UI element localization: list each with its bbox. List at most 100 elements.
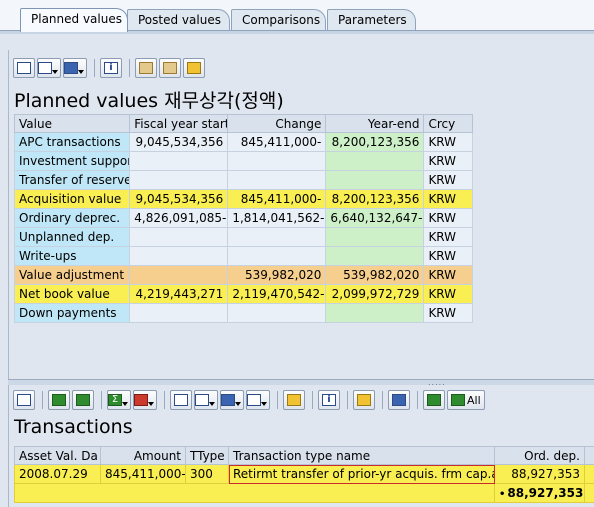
- cell-value-label[interactable]: APC transactions: [13, 132, 131, 152]
- cell-fiscal-year-start[interactable]: [129, 303, 229, 323]
- cell-transaction-type-name[interactable]: Retirmt transfer of prior-yr acquis. frm…: [228, 464, 495, 484]
- layout-button[interactable]: [135, 58, 157, 78]
- calculator-button[interactable]: [159, 58, 181, 78]
- clock-button[interactable]: [183, 58, 205, 78]
- table-row[interactable]: Net book value 4,219,443,271 2,119,470,542…: [13, 284, 473, 304]
- table-row[interactable]: Write-ups KRW: [13, 246, 473, 266]
- cell-currency[interactable]: KRW: [423, 303, 473, 323]
- cell-value-label[interactable]: Investment support: [13, 151, 131, 171]
- cell-fiscal-year-start[interactable]: [129, 151, 229, 171]
- col-ttype[interactable]: TType: [185, 446, 229, 465]
- table-row[interactable]: Down payments KRW: [13, 303, 473, 323]
- select-all-button[interactable]: All: [447, 390, 485, 410]
- table-row[interactable]: Value adjustment 539,982,020 539,982,020 KR…: [13, 265, 473, 285]
- cell-year-end[interactable]: [325, 151, 425, 171]
- cell-change[interactable]: [227, 246, 327, 266]
- table-row[interactable]: Acquisition value 9,045,534,356 845,411,00…: [13, 189, 473, 209]
- print-preview-button[interactable]: [170, 390, 192, 410]
- table-row[interactable]: Unplanned dep. KRW: [13, 227, 473, 247]
- cell-year-end[interactable]: [325, 227, 425, 247]
- print-button[interactable]: [13, 58, 35, 78]
- cell-change[interactable]: 1,814,041,562-: [227, 208, 327, 228]
- col-change[interactable]: Change: [227, 114, 327, 133]
- cell-value-label[interactable]: Transfer of reserves: [13, 170, 131, 190]
- cell-currency[interactable]: KRW: [423, 246, 473, 266]
- cell-change[interactable]: 845,411,000-: [227, 132, 327, 152]
- details-button[interactable]: [13, 390, 35, 410]
- cell-fiscal-year-start[interactable]: [129, 246, 229, 266]
- cell-fiscal-year-start[interactable]: 4,826,091,085-: [129, 208, 229, 228]
- cell-date[interactable]: 2008.07.29: [14, 464, 101, 484]
- cell-ord-dep[interactable]: 88,927,353: [494, 464, 585, 484]
- cell-value-label[interactable]: Down payments: [13, 303, 131, 323]
- cell-change[interactable]: [227, 227, 327, 247]
- cell-currency[interactable]: KRW: [423, 227, 473, 247]
- cell-change[interactable]: [227, 303, 327, 323]
- cell-fiscal-year-start[interactable]: [129, 265, 229, 285]
- table-row[interactable]: 2008.07.29 845,411,000- 300 Retirmt tran…: [14, 464, 594, 484]
- export-button[interactable]: [220, 390, 244, 410]
- cell-year-end[interactable]: 8,200,123,356: [325, 189, 425, 209]
- cell-value-label[interactable]: Value adjustment: [13, 265, 131, 285]
- cell-year-end[interactable]: 6,640,132,647-: [325, 208, 425, 228]
- table-row[interactable]: Ordinary deprec. 4,826,091,085- 1,814,041,…: [13, 208, 473, 228]
- sum-button[interactable]: Σ: [107, 390, 131, 410]
- col-year-end[interactable]: Year-end: [325, 114, 425, 133]
- cell-ttype[interactable]: 300: [185, 464, 229, 484]
- col-fiscal-year-start[interactable]: Fiscal year start: [129, 114, 229, 133]
- tab-planned-values[interactable]: Planned values: [20, 8, 128, 32]
- layout-button[interactable]: [246, 390, 270, 410]
- col-ordinary-depreciation[interactable]: Ord. dep.: [494, 446, 585, 465]
- col-transaction-type-name[interactable]: Transaction type name: [228, 446, 495, 465]
- cell-currency[interactable]: KRW: [423, 132, 473, 152]
- col-crcy[interactable]: Crcy: [423, 114, 473, 133]
- subtotal-button[interactable]: [133, 390, 157, 410]
- col-asset-value-date[interactable]: Asset Val. Da: [14, 446, 101, 465]
- cell-value-label[interactable]: Net book value: [13, 284, 131, 304]
- view-button[interactable]: [37, 58, 61, 78]
- cell-currency[interactable]: KRW: [423, 208, 473, 228]
- cell-currency[interactable]: KRW: [423, 151, 473, 171]
- views-button[interactable]: [194, 390, 218, 410]
- cell-value-label[interactable]: Unplanned dep.: [13, 227, 131, 247]
- col-amount[interactable]: Amount: [100, 446, 186, 465]
- cell-value-label[interactable]: Ordinary deprec.: [13, 208, 131, 228]
- cell-currency[interactable]: KRW: [423, 189, 473, 209]
- cell-change[interactable]: [227, 170, 327, 190]
- simulate-button[interactable]: [388, 390, 410, 410]
- tab-parameters[interactable]: Parameters: [327, 9, 416, 30]
- documents-button[interactable]: [353, 390, 375, 410]
- cell-fiscal-year-start[interactable]: 9,045,534,356: [129, 132, 229, 152]
- sort-ascending-button[interactable]: [48, 390, 70, 410]
- filter-button[interactable]: [72, 390, 94, 410]
- cell-amount[interactable]: 845,411,000-: [100, 464, 186, 484]
- export-button[interactable]: [63, 58, 87, 78]
- cell-change[interactable]: 845,411,000-: [227, 189, 327, 209]
- cell-change[interactable]: [227, 151, 327, 171]
- cell-fiscal-year-start[interactable]: 9,045,534,356: [129, 189, 229, 209]
- table-row[interactable]: Investment support KRW: [13, 151, 473, 171]
- cell-fiscal-year-start[interactable]: [129, 227, 229, 247]
- cell-year-end[interactable]: [325, 246, 425, 266]
- cell-currency[interactable]: KRW: [423, 284, 473, 304]
- col-value[interactable]: Value: [13, 114, 131, 133]
- cell-year-end[interactable]: [325, 303, 425, 323]
- cell-year-end[interactable]: [325, 170, 425, 190]
- cell-year-end[interactable]: 2,099,972,729: [325, 284, 425, 304]
- cell-currency[interactable]: KRW: [423, 170, 473, 190]
- cell-fiscal-year-start[interactable]: [129, 170, 229, 190]
- cell-fiscal-year-start[interactable]: 4,219,443,271: [129, 284, 229, 304]
- cell-year-end[interactable]: 539,982,020: [325, 265, 425, 285]
- select-button[interactable]: [423, 390, 445, 410]
- cell-year-end[interactable]: 8,200,123,356: [325, 132, 425, 152]
- tab-comparisons[interactable]: Comparisons: [231, 9, 326, 30]
- cell-change[interactable]: 2,119,470,542-: [227, 284, 327, 304]
- graphic-button[interactable]: [283, 390, 305, 410]
- table-row[interactable]: APC transactions 9,045,534,356 845,411,000…: [13, 132, 473, 152]
- cell-change[interactable]: 539,982,020: [227, 265, 327, 285]
- cell-value-label[interactable]: Write-ups: [13, 246, 131, 266]
- table-row[interactable]: Transfer of reserves KRW: [13, 170, 473, 190]
- tab-posted-values[interactable]: Posted values: [127, 9, 230, 30]
- info-button[interactable]: i: [100, 58, 122, 78]
- cell-currency[interactable]: KRW: [423, 265, 473, 285]
